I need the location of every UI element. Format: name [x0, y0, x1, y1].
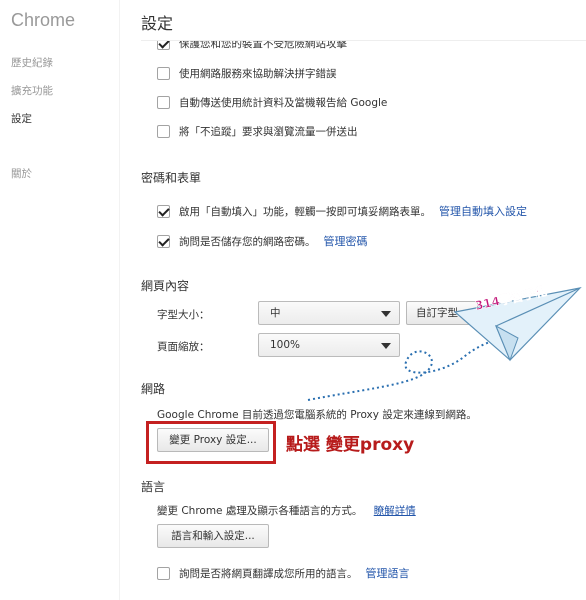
- manage-languages-link[interactable]: 管理語言: [366, 565, 410, 581]
- zoom-value: 100%: [270, 339, 301, 351]
- privacy-row-do-not-track[interactable]: 將「不追蹤」要求與瀏覽流量一併送出: [157, 124, 358, 139]
- autofill-label: 啟用「自動填入」功能，輕觸一按即可填妥網路表單。: [179, 205, 431, 218]
- header-divider: [141, 40, 586, 41]
- spelling-label: 使用網路服務來協助解決拼字錯誤: [179, 68, 337, 80]
- translate-label: 詢問是否將網頁翻譯成您所用的語言。: [179, 567, 358, 580]
- do-not-track-checkbox[interactable]: [157, 125, 170, 138]
- save-passwords-label: 詢問是否儲存您的網路密碼。: [179, 235, 316, 248]
- privacy-row-usage-stats[interactable]: 自動傳送使用統計資料及當機報告給 Google: [157, 95, 387, 110]
- app-title: Chrome: [11, 10, 76, 30]
- safe-browsing-checkbox[interactable]: [157, 41, 170, 50]
- font-size-value: 中: [270, 307, 281, 319]
- page-title: 設定: [141, 14, 174, 33]
- languages-section-title: 語言: [141, 480, 166, 494]
- usage-stats-label: 自動傳送使用統計資料及當機報告給 Google: [179, 97, 388, 109]
- sidebar-item-history[interactable]: 歷史紀錄: [11, 55, 53, 70]
- sidebar-divider: [119, 0, 120, 600]
- languages-description: 變更 Chrome 處理及顯示各種語言的方式。: [157, 505, 363, 517]
- languages-description-row: 變更 Chrome 處理及顯示各種語言的方式。 瞭解詳情: [157, 503, 416, 518]
- translate-row[interactable]: 詢問是否將網頁翻譯成您所用的語言。 管理語言: [157, 565, 410, 581]
- save-passwords-checkbox[interactable]: [157, 234, 170, 248]
- network-section-title: 網路: [141, 382, 166, 396]
- manage-passwords-link[interactable]: 管理密碼: [324, 233, 368, 249]
- autofill-checkbox[interactable]: [157, 204, 170, 218]
- sidebar: Chrome 歷史紀錄 擴充功能 設定 關於: [0, 0, 120, 600]
- safe-browsing-label: 保護您和您的裝置不受危險網站攻擊: [179, 38, 347, 50]
- privacy-row-spelling[interactable]: 使用網路服務來協助解決拼字錯誤: [157, 66, 337, 81]
- autofill-row[interactable]: 啟用「自動填入」功能，輕觸一按即可填妥網路表單。 管理自動填入設定: [157, 203, 527, 219]
- privacy-row-safe-browsing[interactable]: 保護您和您的裝置不受危險網站攻擊: [157, 38, 347, 51]
- translate-checkbox[interactable]: [157, 566, 170, 580]
- passwords-section-title: 密碼和表單: [141, 171, 202, 185]
- do-not-track-label: 將「不追蹤」要求與瀏覽流量一併送出: [179, 126, 358, 138]
- paper-plane-illustration: 314學習手札: [307, 283, 582, 401]
- font-size-label: 字型大小：: [157, 309, 210, 321]
- language-settings-button[interactable]: 語言和輸入設定...: [157, 524, 269, 548]
- web-content-section-title: 網頁內容: [141, 279, 190, 293]
- spelling-checkbox[interactable]: [157, 67, 170, 80]
- manage-autofill-link[interactable]: 管理自動填入設定: [439, 203, 527, 219]
- learn-more-link[interactable]: 瞭解詳情: [374, 505, 416, 517]
- zoom-label: 頁面縮放：: [157, 341, 210, 353]
- network-description: Google Chrome 目前透過您電腦系統的 Proxy 設定來連線到網路。: [157, 409, 477, 421]
- save-passwords-row[interactable]: 詢問是否儲存您的網路密碼。 管理密碼: [157, 233, 368, 249]
- annotation-text: 點選 變更proxy: [286, 435, 415, 455]
- usage-stats-checkbox[interactable]: [157, 96, 170, 109]
- change-proxy-button[interactable]: 變更 Proxy 設定...: [157, 428, 269, 452]
- sidebar-item-settings[interactable]: 設定: [11, 111, 32, 126]
- sidebar-item-about[interactable]: 關於: [11, 166, 32, 181]
- sidebar-item-extensions[interactable]: 擴充功能: [11, 83, 53, 98]
